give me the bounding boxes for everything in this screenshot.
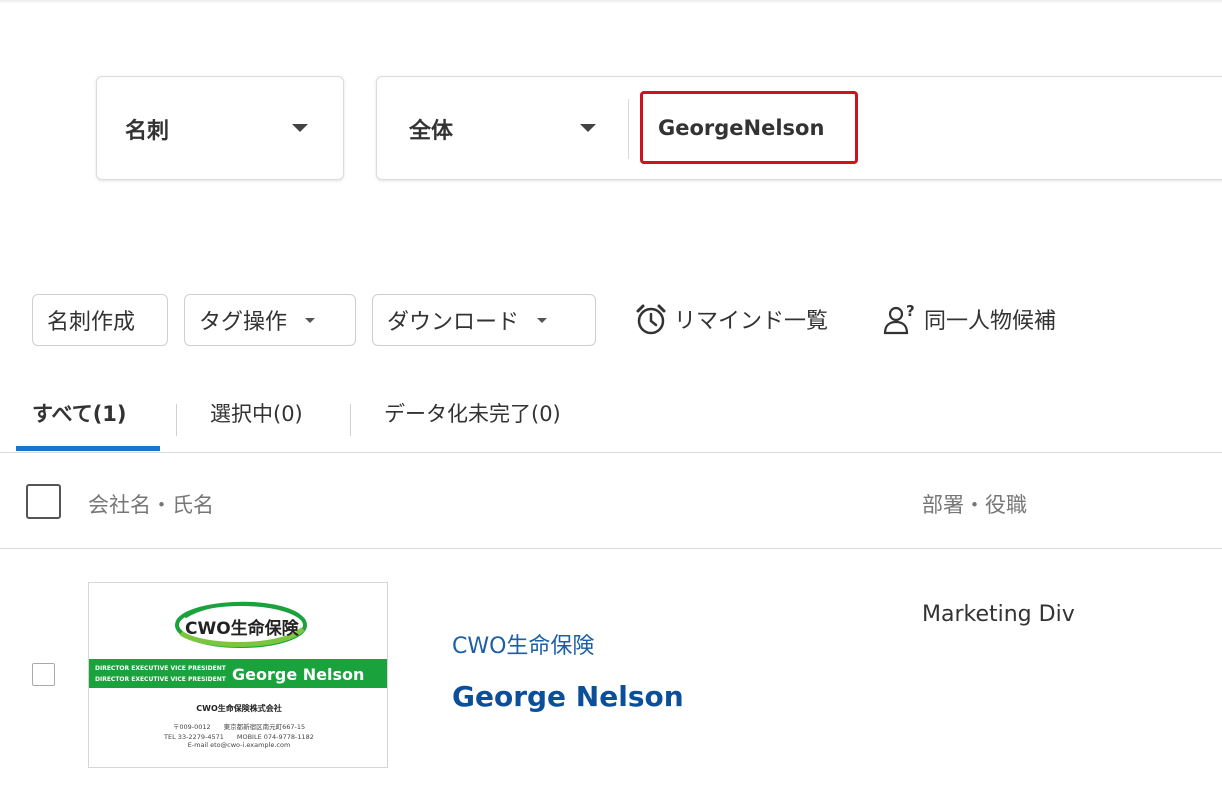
card-logo-text: CWO生命保険 [185, 619, 299, 639]
same-person-label: 同一人物候補 [924, 309, 1057, 334]
create-card-label: 名刺作成 [47, 310, 136, 335]
card-address: 〒009-0012 東京都新宿区南元町667-15 [172, 723, 306, 731]
select-all-checkbox[interactable] [26, 484, 61, 519]
card-person-name: George Nelson [232, 665, 365, 684]
header-bottom-border [0, 548, 1222, 549]
tag-ops-label: タグ操作 [199, 310, 288, 335]
create-card-button[interactable]: 名刺作成 [32, 294, 168, 346]
card-email: E-mail eto@cwo-i.example.com [187, 741, 291, 749]
category-select[interactable]: 名刺 [96, 76, 344, 180]
tag-ops-button[interactable]: タグ操作 [184, 294, 356, 346]
column-header-company-name[interactable]: 会社名・氏名 [88, 489, 214, 519]
chevron-down-icon [292, 124, 308, 132]
tabs-bottom-border [0, 452, 1222, 453]
card-title-line: DIRECTOR EXECUTIVE VICE PRESIDENT [95, 665, 226, 672]
person-question-icon: ? [883, 302, 915, 335]
category-select-value: 名刺 [125, 119, 170, 144]
scope-select-value[interactable]: 全体 [409, 113, 453, 145]
remind-list-label: リマインド一覧 [674, 309, 829, 334]
tab-divider [350, 404, 351, 436]
card-company-name: CWO生命保険株式会社 [196, 704, 282, 713]
tab-divider [176, 404, 177, 436]
search-input[interactable] [640, 91, 858, 164]
active-tab-indicator [16, 446, 160, 451]
card-phones: TEL 33-2279-4571 MOBILE 074-9778-1182 [164, 733, 314, 741]
column-header-dept-title[interactable]: 部署・役職 [922, 489, 1027, 519]
tab-selected[interactable]: 選択中(0) [210, 398, 303, 428]
business-card-thumbnail[interactable]: CWO生命保険 DIRECTOR EXECUTIVE VICE PRESIDEN… [88, 582, 388, 768]
divider [628, 99, 629, 159]
download-label: ダウンロード [387, 310, 520, 335]
svg-text:?: ? [906, 302, 915, 320]
top-shadow [0, 0, 1222, 4]
row-checkbox[interactable] [32, 663, 55, 686]
remind-list-link[interactable]: リマインド一覧 [634, 302, 828, 336]
person-name-link[interactable]: George Nelson [452, 680, 684, 713]
same-person-link[interactable]: ? 同一人物候補 [882, 302, 1056, 336]
department-text: Marketing Div [922, 602, 1075, 627]
chevron-down-icon [305, 317, 316, 323]
tab-incomplete[interactable]: データ化未完了(0) [384, 398, 561, 428]
card-title-line: DIRECTOR EXECUTIVE VICE PRESIDENT [95, 676, 226, 683]
search-bar: 全体 [376, 76, 1222, 180]
chevron-down-icon[interactable] [580, 124, 596, 132]
tab-all[interactable]: すべて(1) [32, 398, 127, 428]
company-name-link[interactable]: CWO生命保険 [452, 628, 594, 660]
alarm-clock-icon [636, 304, 666, 335]
download-button[interactable]: ダウンロード [372, 294, 596, 346]
chevron-down-icon [537, 317, 548, 323]
